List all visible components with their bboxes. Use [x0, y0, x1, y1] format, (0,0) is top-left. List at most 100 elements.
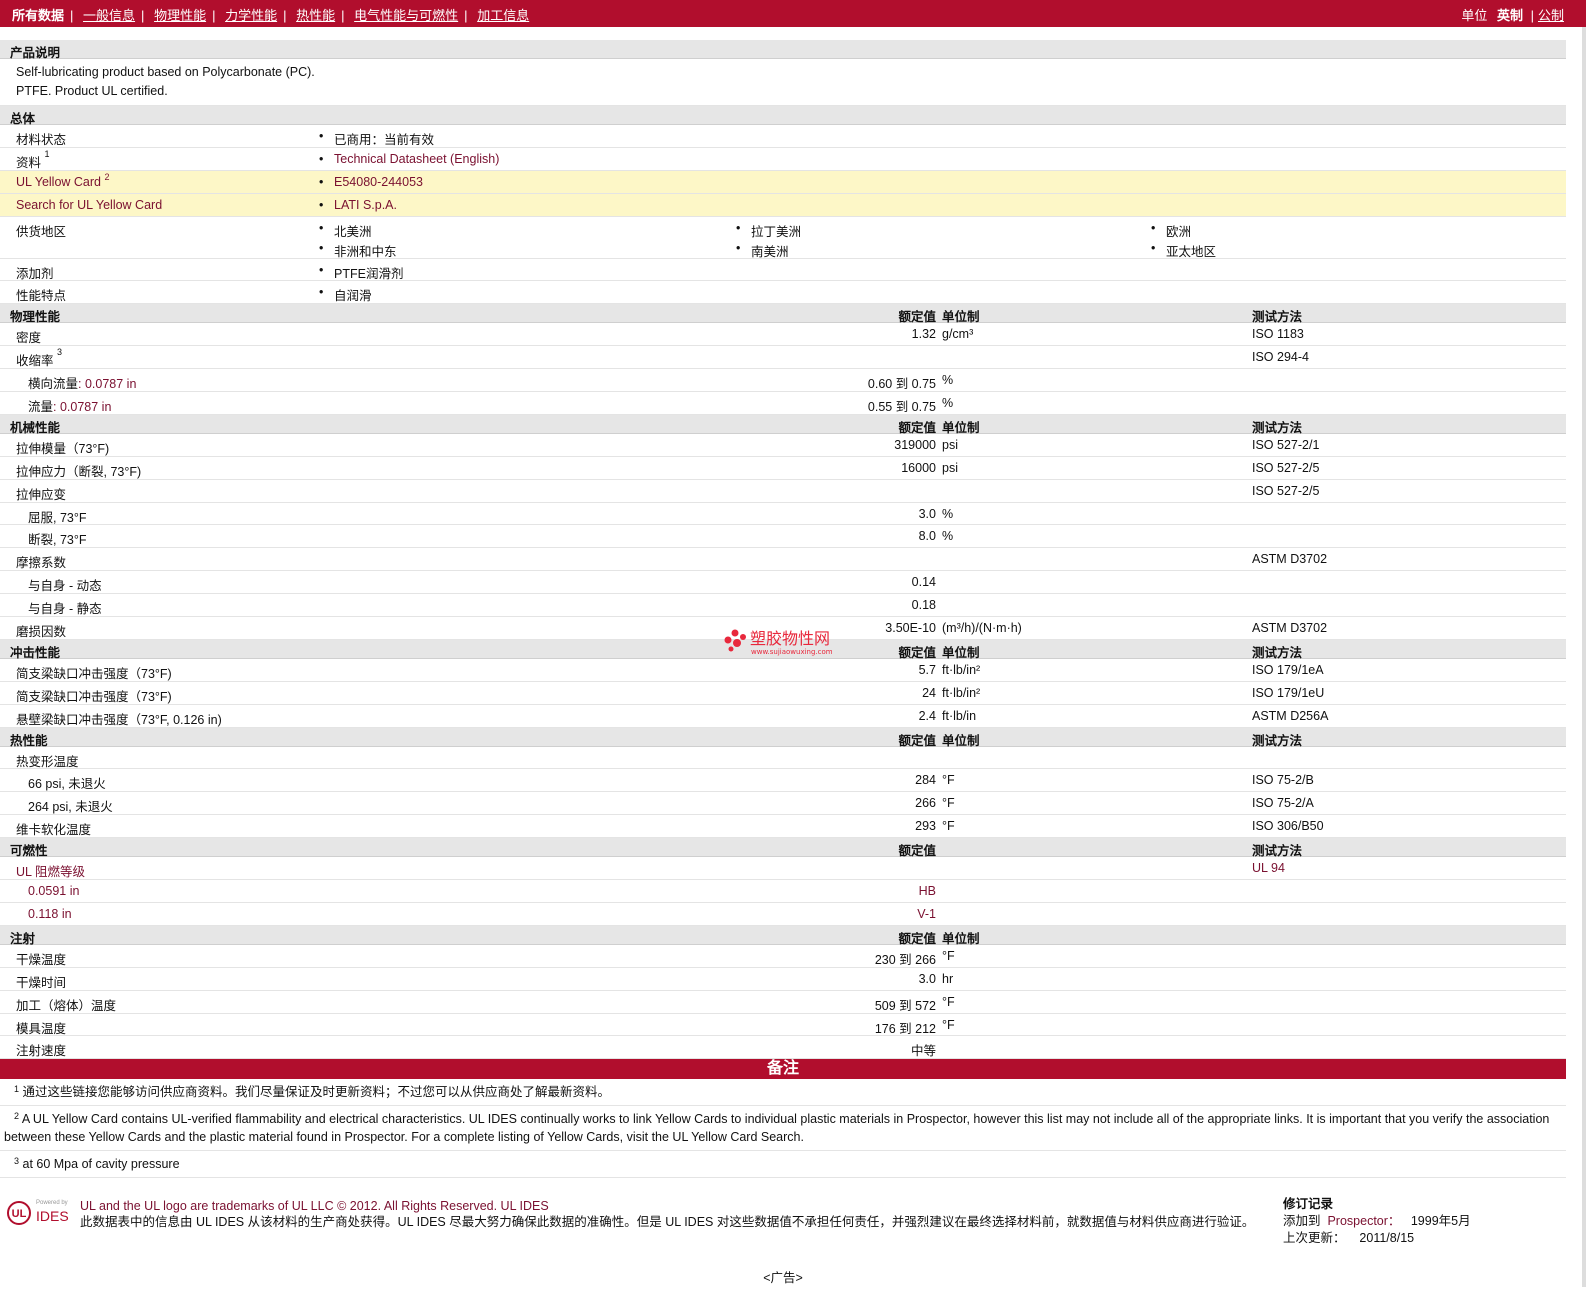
row-features: 性能特点 自润滑	[0, 281, 1566, 305]
row-unit: %	[942, 529, 954, 544]
row-value: PTFE润滑剂	[334, 266, 404, 281]
section-header-general: 总体	[0, 106, 1566, 126]
row-shrinkage-transverse: 横向流量: 0.0787 in 0.60 到 0.75 %	[0, 369, 1566, 393]
row-thermal-3: 维卡软化温度 293 °F ISO 306/B50	[0, 815, 1566, 839]
row-test: ISO 75-2/B	[1252, 773, 1314, 788]
datasheet-link[interactable]: Technical Datasheet (English)	[334, 152, 499, 166]
row-label: Search for UL Yellow Card	[16, 197, 163, 212]
row-impact-1: 简支梁缺口冲击强度（73°F) 24 ft·lb/in² ISO 179/1eU	[0, 682, 1566, 705]
footnote-ref[interactable]: 2	[105, 172, 110, 182]
row-value: HB	[918, 884, 936, 899]
row-unit: ft·lb/in²	[942, 662, 981, 677]
row-unit: psi	[942, 437, 958, 452]
row-unit: hr	[942, 971, 954, 986]
nav-mechanical[interactable]: 力学性能	[225, 8, 277, 23]
footer: UL Powered by IDES UL and the UL logo ar…	[0, 1196, 1566, 1256]
note-2: 2 A UL Yellow Card contains UL-verified …	[0, 1106, 1566, 1152]
region-item: 拉丁美洲	[751, 224, 802, 239]
row-mech-3: 屈服, 73°F 3.0 %	[0, 503, 1566, 526]
section-header-injection: 注射 额定值 单位制	[0, 925, 1566, 946]
row-test: ISO 179/1eU	[1252, 685, 1325, 700]
row-impact-2: 悬壁梁缺口冲击强度（73°F, 0.126 in) 2.4 ft·lb/in A…	[0, 705, 1566, 728]
row-label: 流量	[28, 400, 54, 415]
region-item: 北美洲	[334, 224, 372, 239]
svg-text:UL: UL	[12, 1208, 27, 1220]
nav-physical[interactable]: 物理性能	[154, 8, 206, 23]
row-label: 密度	[16, 331, 42, 346]
row-mech-1: 拉伸应力（断裂, 73°F) 16000 psi ISO 527-2/5	[0, 457, 1566, 480]
row-unit: (m³/h)/(N·m·h)	[942, 621, 1022, 636]
row-value: 284	[915, 773, 936, 788]
row-label: 添加剂	[16, 266, 54, 281]
description-line: Self-lubricating product based on Polyca…	[16, 65, 315, 79]
supplier-link[interactable]: LATI S.p.A.	[334, 198, 397, 212]
units-metric[interactable]: 公制	[1538, 8, 1564, 23]
row-label: UL Yellow Card	[16, 174, 102, 189]
row-label: 与自身 - 静态	[28, 602, 102, 617]
nav-thermal[interactable]: 热性能	[296, 8, 335, 23]
row-label: 简支梁缺口冲击强度（73°F)	[16, 689, 172, 704]
nav-processing[interactable]: 加工信息	[477, 8, 529, 23]
scrollbar[interactable]	[1582, 27, 1586, 1287]
row-thermal-0: 热变形温度	[0, 747, 1566, 770]
row-material-status: 材料状态 已商用：当前有效	[0, 125, 1566, 148]
region-item: 南美洲	[751, 244, 789, 259]
note-1: 1 通过这些链接您能够访问供应商资料。我们尽量保证及时更新资料；不过您可以从供应…	[0, 1079, 1566, 1107]
row-value: 24	[922, 685, 936, 700]
rev-added-where: Prospector：	[1327, 1214, 1401, 1228]
row-value: 8.0	[918, 529, 936, 544]
row-ul-yellow-card: UL Yellow Card 2 E54080-244053	[0, 170, 1566, 194]
row-value: 3.50E-10	[885, 621, 936, 636]
row-label: 悬壁梁缺口冲击强度（73°F, 0.126 in)	[16, 712, 222, 727]
top-nav-bar: 所有数据 | 一般信息 | 物理性能 | 力学性能 | 热性能 | 电气性能与可燃性 | 加…	[0, 0, 1586, 27]
section-header-flammability: 可燃性 额定值 测试方法	[0, 838, 1566, 858]
row-shrinkage-flow: 流量: 0.0787 in 0.55 到 0.75 %	[0, 392, 1566, 415]
rev-updated-date: 2011/8/15	[1359, 1231, 1415, 1245]
row-shrinkage: 收缩率 3 ISO 294-4	[0, 346, 1566, 370]
row-label: 干燥时间	[16, 975, 67, 990]
row-label: 维卡软化温度	[16, 823, 92, 838]
row-label: 66 psi, 未退火	[28, 777, 106, 792]
row-unit: °F	[942, 1017, 955, 1032]
row-mech-4: 断裂, 73°F 8.0 %	[0, 525, 1566, 549]
row-documents: 资料 1 Technical Datasheet (English)	[0, 148, 1566, 171]
row-inj-1: 干燥时间 3.0 hr	[0, 968, 1566, 991]
nav-general-info[interactable]: 一般信息	[83, 8, 135, 23]
row-inj-0: 干燥温度 230 到 266 °F	[0, 945, 1566, 968]
ul-ides-logo[interactable]: UL Powered by IDES	[6, 1196, 72, 1236]
row-value: 293	[915, 819, 936, 834]
row-value: 0.60 到 0.75	[867, 377, 936, 392]
nav-electrical-flammability[interactable]: 电气性能与可燃性	[354, 8, 458, 23]
note-text: at 60 Mpa of cavity pressure	[22, 1157, 180, 1172]
row-label: 模具温度	[16, 1021, 67, 1036]
footnote-ref[interactable]: 3	[57, 347, 62, 357]
note-text: A UL Yellow Card contains UL-verified fl…	[4, 1112, 1550, 1145]
row-label: 加工（熔体）温度	[16, 998, 117, 1013]
datasheet: 产品说明 Self-lubricating product based on P…	[0, 40, 1566, 1179]
row-unit: g/cm³	[942, 327, 974, 342]
row-value: 266	[915, 796, 936, 811]
row-value: 中等	[910, 1044, 936, 1059]
row-thermal-1: 66 psi, 未退火 284 °F ISO 75-2/B	[0, 769, 1566, 793]
row-inj-4: 注射速度 中等	[0, 1036, 1566, 1060]
footnote-ref[interactable]: 1	[45, 149, 50, 159]
section-header-physical: 物理性能 额定值 单位制 测试方法	[0, 304, 1566, 324]
row-value: 16000	[901, 460, 936, 475]
row-test: ISO 306/B50	[1252, 819, 1324, 834]
row-test: ASTM D256A	[1252, 708, 1329, 723]
nav-all-data[interactable]: 所有数据	[12, 8, 64, 23]
region-item: 非洲和中东	[334, 244, 397, 259]
revision-history: 修订记录 添加到 Prospector： 1999年5月 上次更新： 2011/…	[1283, 1196, 1471, 1247]
rev-added-date: 1999年5月	[1410, 1214, 1471, 1228]
row-value: 5.7	[918, 662, 936, 677]
row-label: 简支梁缺口冲击强度（73°F)	[16, 666, 172, 681]
units-imperial[interactable]: 英制	[1497, 8, 1523, 23]
row-value: 自润滑	[334, 289, 372, 304]
row-search-ul-card: Search for UL Yellow Card LATI S.p.A.	[0, 193, 1566, 217]
row-label: 拉伸应力（断裂, 73°F)	[16, 464, 142, 479]
ul-card-link[interactable]: E54080-244053	[334, 175, 423, 189]
row-test: ASTM D3702	[1252, 552, 1328, 567]
row-thickness: : 0.0787 in	[78, 377, 137, 392]
row-ul-rating: UL 阻燃等级 UL 94	[0, 857, 1566, 881]
row-test: ISO 1183	[1252, 327, 1304, 342]
